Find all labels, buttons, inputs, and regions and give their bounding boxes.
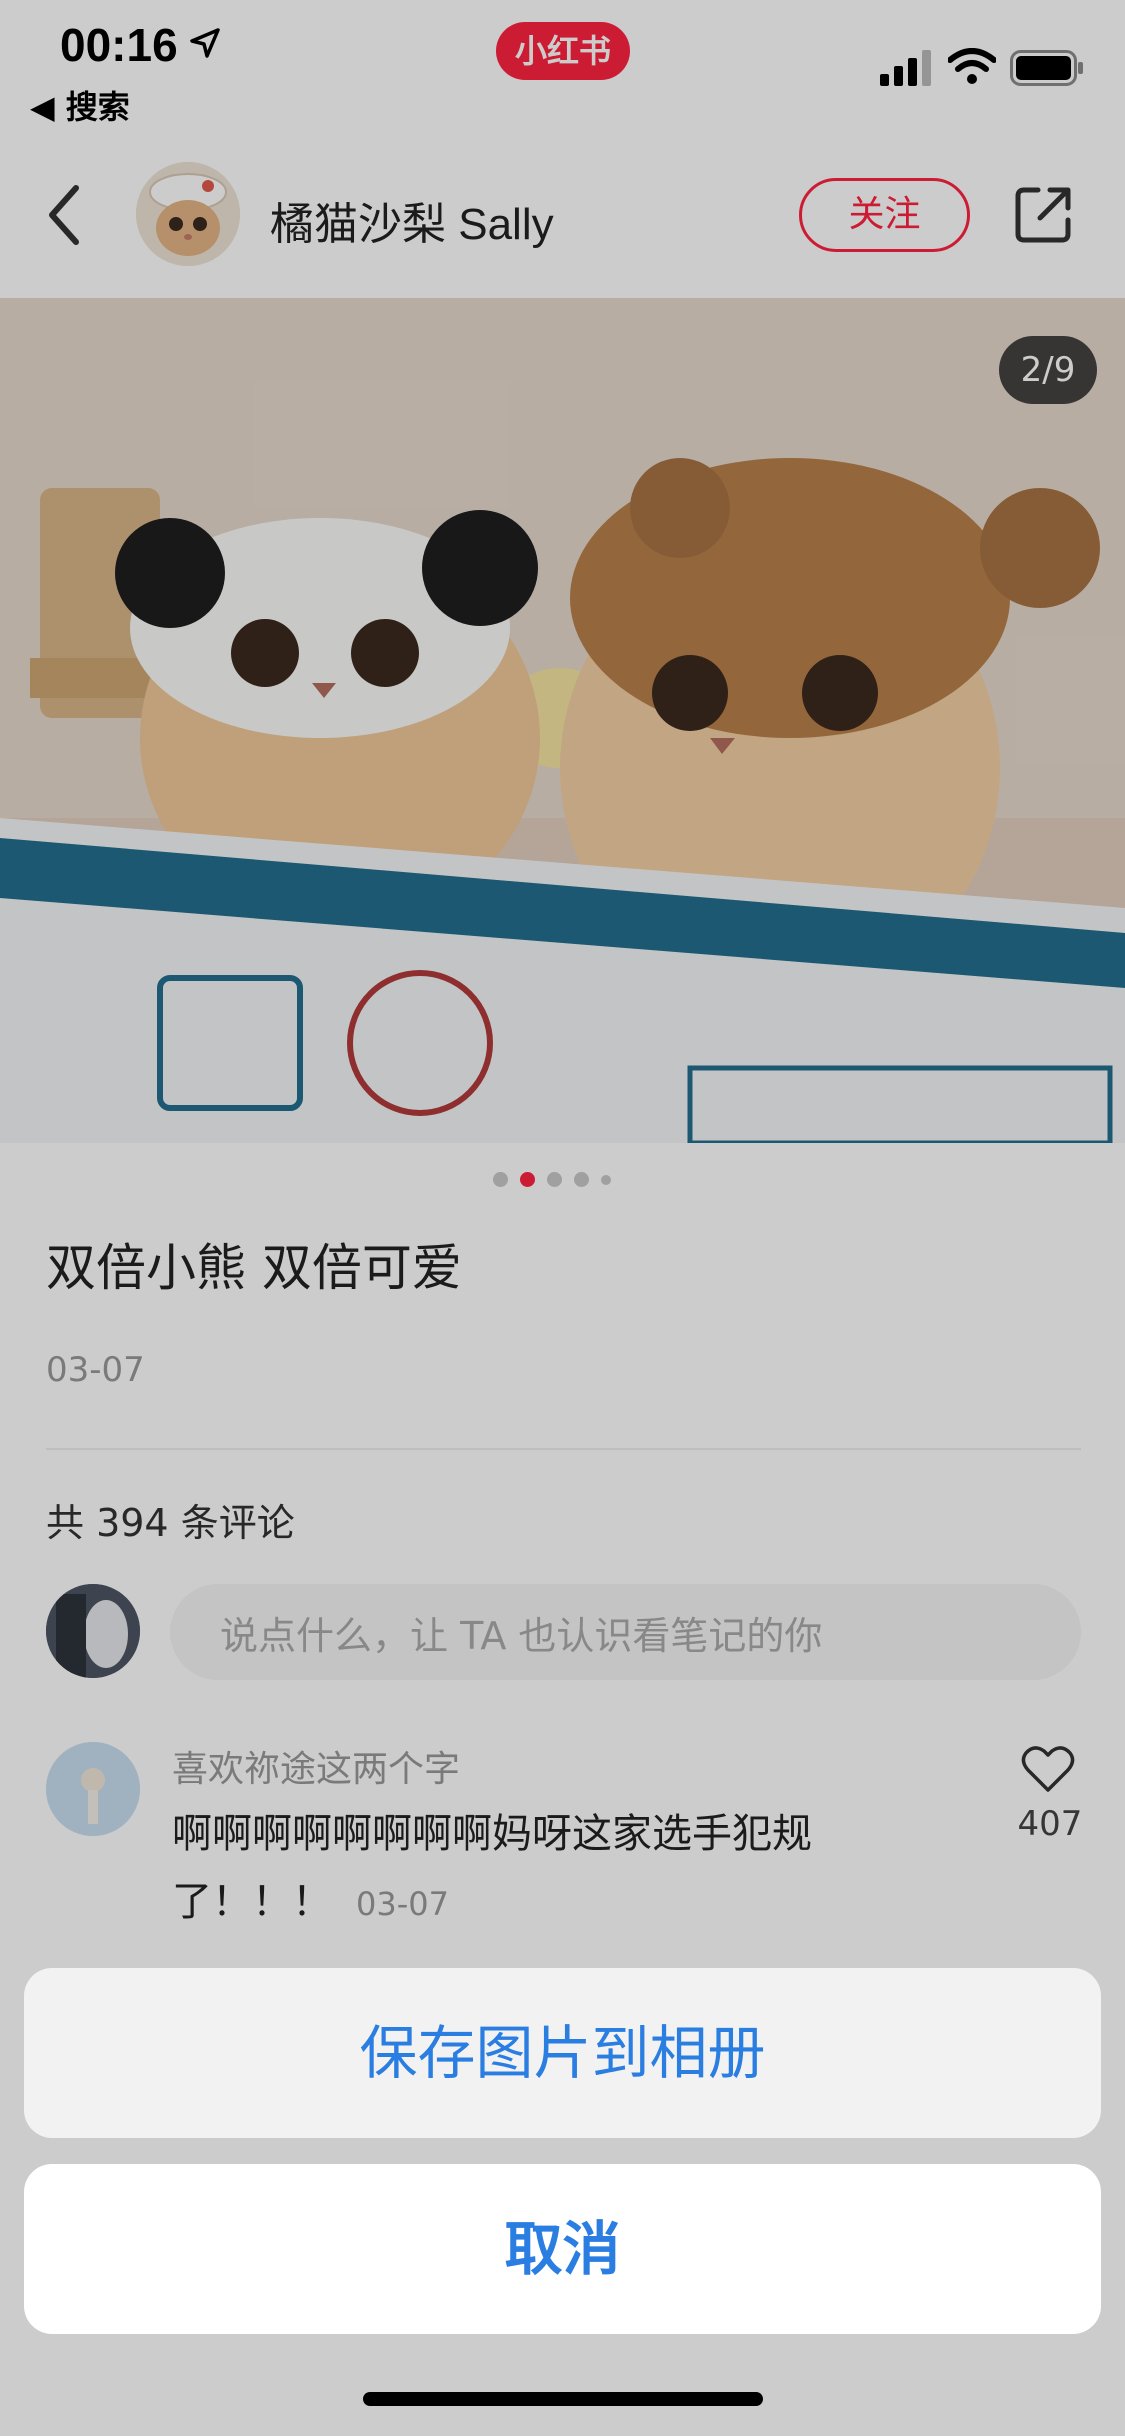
save-image-button[interactable]: 保存图片到相册 [24, 1968, 1101, 2138]
cancel-button[interactable]: 取消 [24, 2164, 1101, 2334]
home-indicator[interactable] [363, 2392, 763, 2406]
